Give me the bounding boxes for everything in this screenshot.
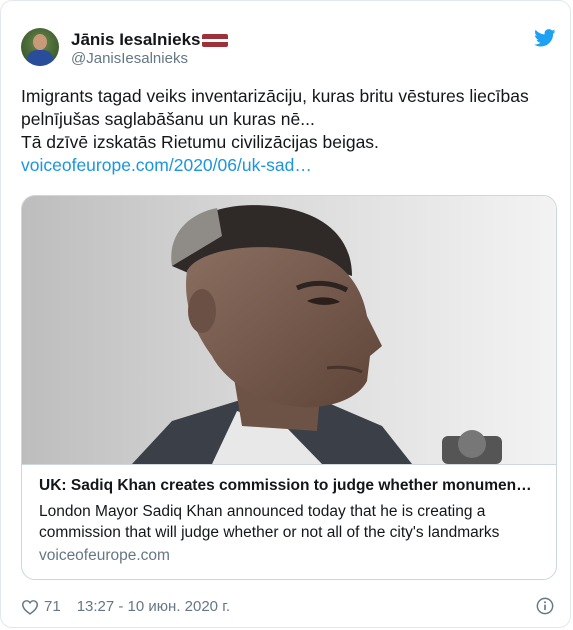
- twitter-bird-icon[interactable]: [534, 29, 556, 47]
- card-description-line: commission that will judge whether or no…: [39, 524, 500, 541]
- like-count[interactable]: 71: [44, 598, 61, 615]
- timestamp[interactable]: 13:27 - 10 июн. 2020 г.: [77, 598, 230, 615]
- tweet-link[interactable]: voiceofeurope.com/2020/06/uk-sad…: [21, 154, 561, 177]
- article-photo: [22, 196, 556, 464]
- card-description: London Mayor Sadiq Khan announced today …: [39, 501, 544, 543]
- tweet-card: Jānis Iesalnieks @JanisIesalnieks Imigra…: [0, 0, 571, 628]
- card-title[interactable]: UK: Sadiq Khan creates commission to jud…: [39, 477, 544, 495]
- heart-icon[interactable]: [21, 599, 39, 615]
- tweet-text: Imigrants tagad veiks inventarizāciju, k…: [21, 85, 561, 177]
- tweet-text-line: Tā dzīvē izskatās Rietumu civilizācijas …: [21, 132, 379, 152]
- latvia-flag-icon: [202, 33, 229, 47]
- card-image[interactable]: [22, 196, 556, 464]
- avatar-torso: [27, 50, 53, 66]
- card-body[interactable]: UK: Sadiq Khan creates commission to jud…: [22, 464, 556, 579]
- link-preview-card[interactable]: UK: Sadiq Khan creates commission to jud…: [21, 195, 557, 580]
- avatar-head: [33, 34, 47, 50]
- tweet-text-line: pelnījušas saglabāšanu un kuras nē...: [21, 109, 315, 129]
- author-handle[interactable]: @JanisIesalnieks: [71, 50, 188, 67]
- tweet-text-line: Imigrants tagad veiks inventarizāciju, k…: [21, 86, 529, 106]
- author-name-row[interactable]: Jānis Iesalnieks: [71, 30, 229, 50]
- tweet-footer: 71 13:27 - 10 июн. 2020 г.: [21, 598, 230, 615]
- author-avatar[interactable]: [21, 28, 59, 66]
- card-description-line: London Mayor Sadiq Khan announced today …: [39, 503, 486, 520]
- card-domain: voiceofeurope.com: [39, 547, 170, 564]
- info-icon[interactable]: [536, 597, 554, 615]
- author-name[interactable]: Jānis Iesalnieks: [71, 30, 200, 50]
